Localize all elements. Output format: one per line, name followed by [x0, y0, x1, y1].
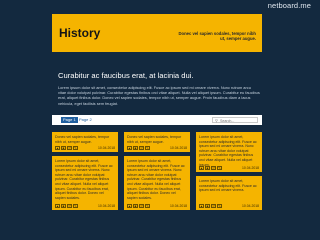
share-icon[interactable]: ↺ — [67, 146, 72, 150]
thumb-icon[interactable]: ▲ — [199, 166, 204, 170]
thumb-icon[interactable]: ▲ — [199, 204, 204, 208]
comment-icon[interactable]: ■ — [133, 146, 138, 150]
card-text: Donec vel sapien sodales, tempor nibh ut… — [55, 135, 110, 144]
card[interactable]: Lorem ipsum dolor sit amet, consectetur … — [52, 156, 118, 210]
search-icon: ⚲ — [215, 117, 218, 123]
search-input[interactable] — [220, 118, 256, 123]
comment-icon[interactable]: ■ — [205, 166, 210, 170]
share-icon[interactable]: ↺ — [211, 166, 216, 170]
card[interactable]: Donec vel sapien sodales, tempor nibh ut… — [52, 132, 118, 152]
intro-paragraph: Lorem ipsum dolor sit amet, consectetur … — [58, 85, 260, 106]
card-actions: ▲ ■ ↺ ✎ — [199, 204, 222, 208]
card-date: 10.04.2018 — [242, 204, 259, 208]
search-box[interactable]: ⚲ — [212, 117, 258, 123]
card[interactable]: Donec vel sapien sodales, tempor nibh ut… — [124, 132, 190, 152]
thumb-icon[interactable]: ▲ — [55, 204, 60, 208]
thumb-icon[interactable]: ▲ — [127, 146, 132, 150]
card-actions: ▲ ■ ↺ ✎ — [55, 146, 78, 150]
share-icon[interactable]: ↺ — [67, 204, 72, 208]
thumb-icon[interactable]: ▲ — [127, 204, 132, 208]
tab-page-2[interactable]: Page 2 — [77, 117, 94, 123]
card-text: Lorem ipsum dolor sit amet, consectetur … — [55, 159, 113, 200]
edit-icon[interactable]: ✎ — [145, 146, 150, 150]
card-date: 10.04.2018 — [170, 146, 187, 150]
comment-icon[interactable]: ■ — [205, 204, 210, 208]
card-grid: Donec vel sapien sodales, tempor nibh ut… — [52, 132, 262, 210]
card-actions: ▲ ■ ↺ ✎ — [199, 166, 222, 170]
card[interactable]: Lorem ipsum dolor sit amet, consectetur … — [196, 132, 262, 172]
edit-icon[interactable]: ✎ — [73, 146, 78, 150]
comment-icon[interactable]: ■ — [133, 204, 138, 208]
edit-icon[interactable]: ✎ — [217, 166, 222, 170]
board-container: History Donec vel sapien sodales, tempor… — [52, 14, 262, 210]
card-text: Donec vel sapien sodales, tempor nibh ut… — [127, 135, 182, 144]
card-text: Lorem ipsum dolor sit amet, consectetur … — [199, 135, 257, 167]
card[interactable]: Lorem ipsum dolor sit amet, consectetur … — [196, 176, 262, 210]
netboard-watermark[interactable]: netboard.me — [268, 1, 311, 10]
card-text: Lorem ipsum dolor sit amet, consectetur … — [199, 179, 257, 193]
header-tagline: Donec vel sapien sodales, tempor nibh ut… — [178, 31, 257, 41]
edit-icon[interactable]: ✎ — [73, 204, 78, 208]
share-icon[interactable]: ↺ — [139, 146, 144, 150]
edit-icon[interactable]: ✎ — [145, 204, 150, 208]
comment-icon[interactable]: ■ — [61, 146, 66, 150]
card-date: 10.04.2018 — [242, 166, 259, 170]
card-date: 10.04.2018 — [98, 146, 115, 150]
thumb-icon[interactable]: ▲ — [55, 146, 60, 150]
page-title: History — [59, 26, 101, 40]
share-icon[interactable]: ↺ — [139, 204, 144, 208]
card-actions: ▲ ■ ↺ ✎ — [127, 146, 150, 150]
card-actions: ▲ ■ ↺ ✎ — [55, 204, 78, 208]
section-headline: Curabitur ac faucibus erat, at lacinia d… — [58, 71, 194, 80]
tab-page-1[interactable]: Page 1 — [61, 117, 78, 123]
comment-icon[interactable]: ■ — [61, 204, 66, 208]
page-navbar: Page 1 Page 2 ⚲ — [52, 115, 262, 125]
card-actions: ▲ ■ ↺ ✎ — [127, 204, 150, 208]
card[interactable]: Lorem ipsum dolor sit amet, consectetur … — [124, 156, 190, 210]
share-icon[interactable]: ↺ — [211, 204, 216, 208]
card-date: 10.04.2018 — [98, 204, 115, 208]
edit-icon[interactable]: ✎ — [217, 204, 222, 208]
card-text: Lorem ipsum dolor sit amet, consectetur … — [127, 159, 185, 200]
card-date: 10.04.2018 — [170, 204, 187, 208]
header-banner: History Donec vel sapien sodales, tempor… — [52, 14, 262, 52]
